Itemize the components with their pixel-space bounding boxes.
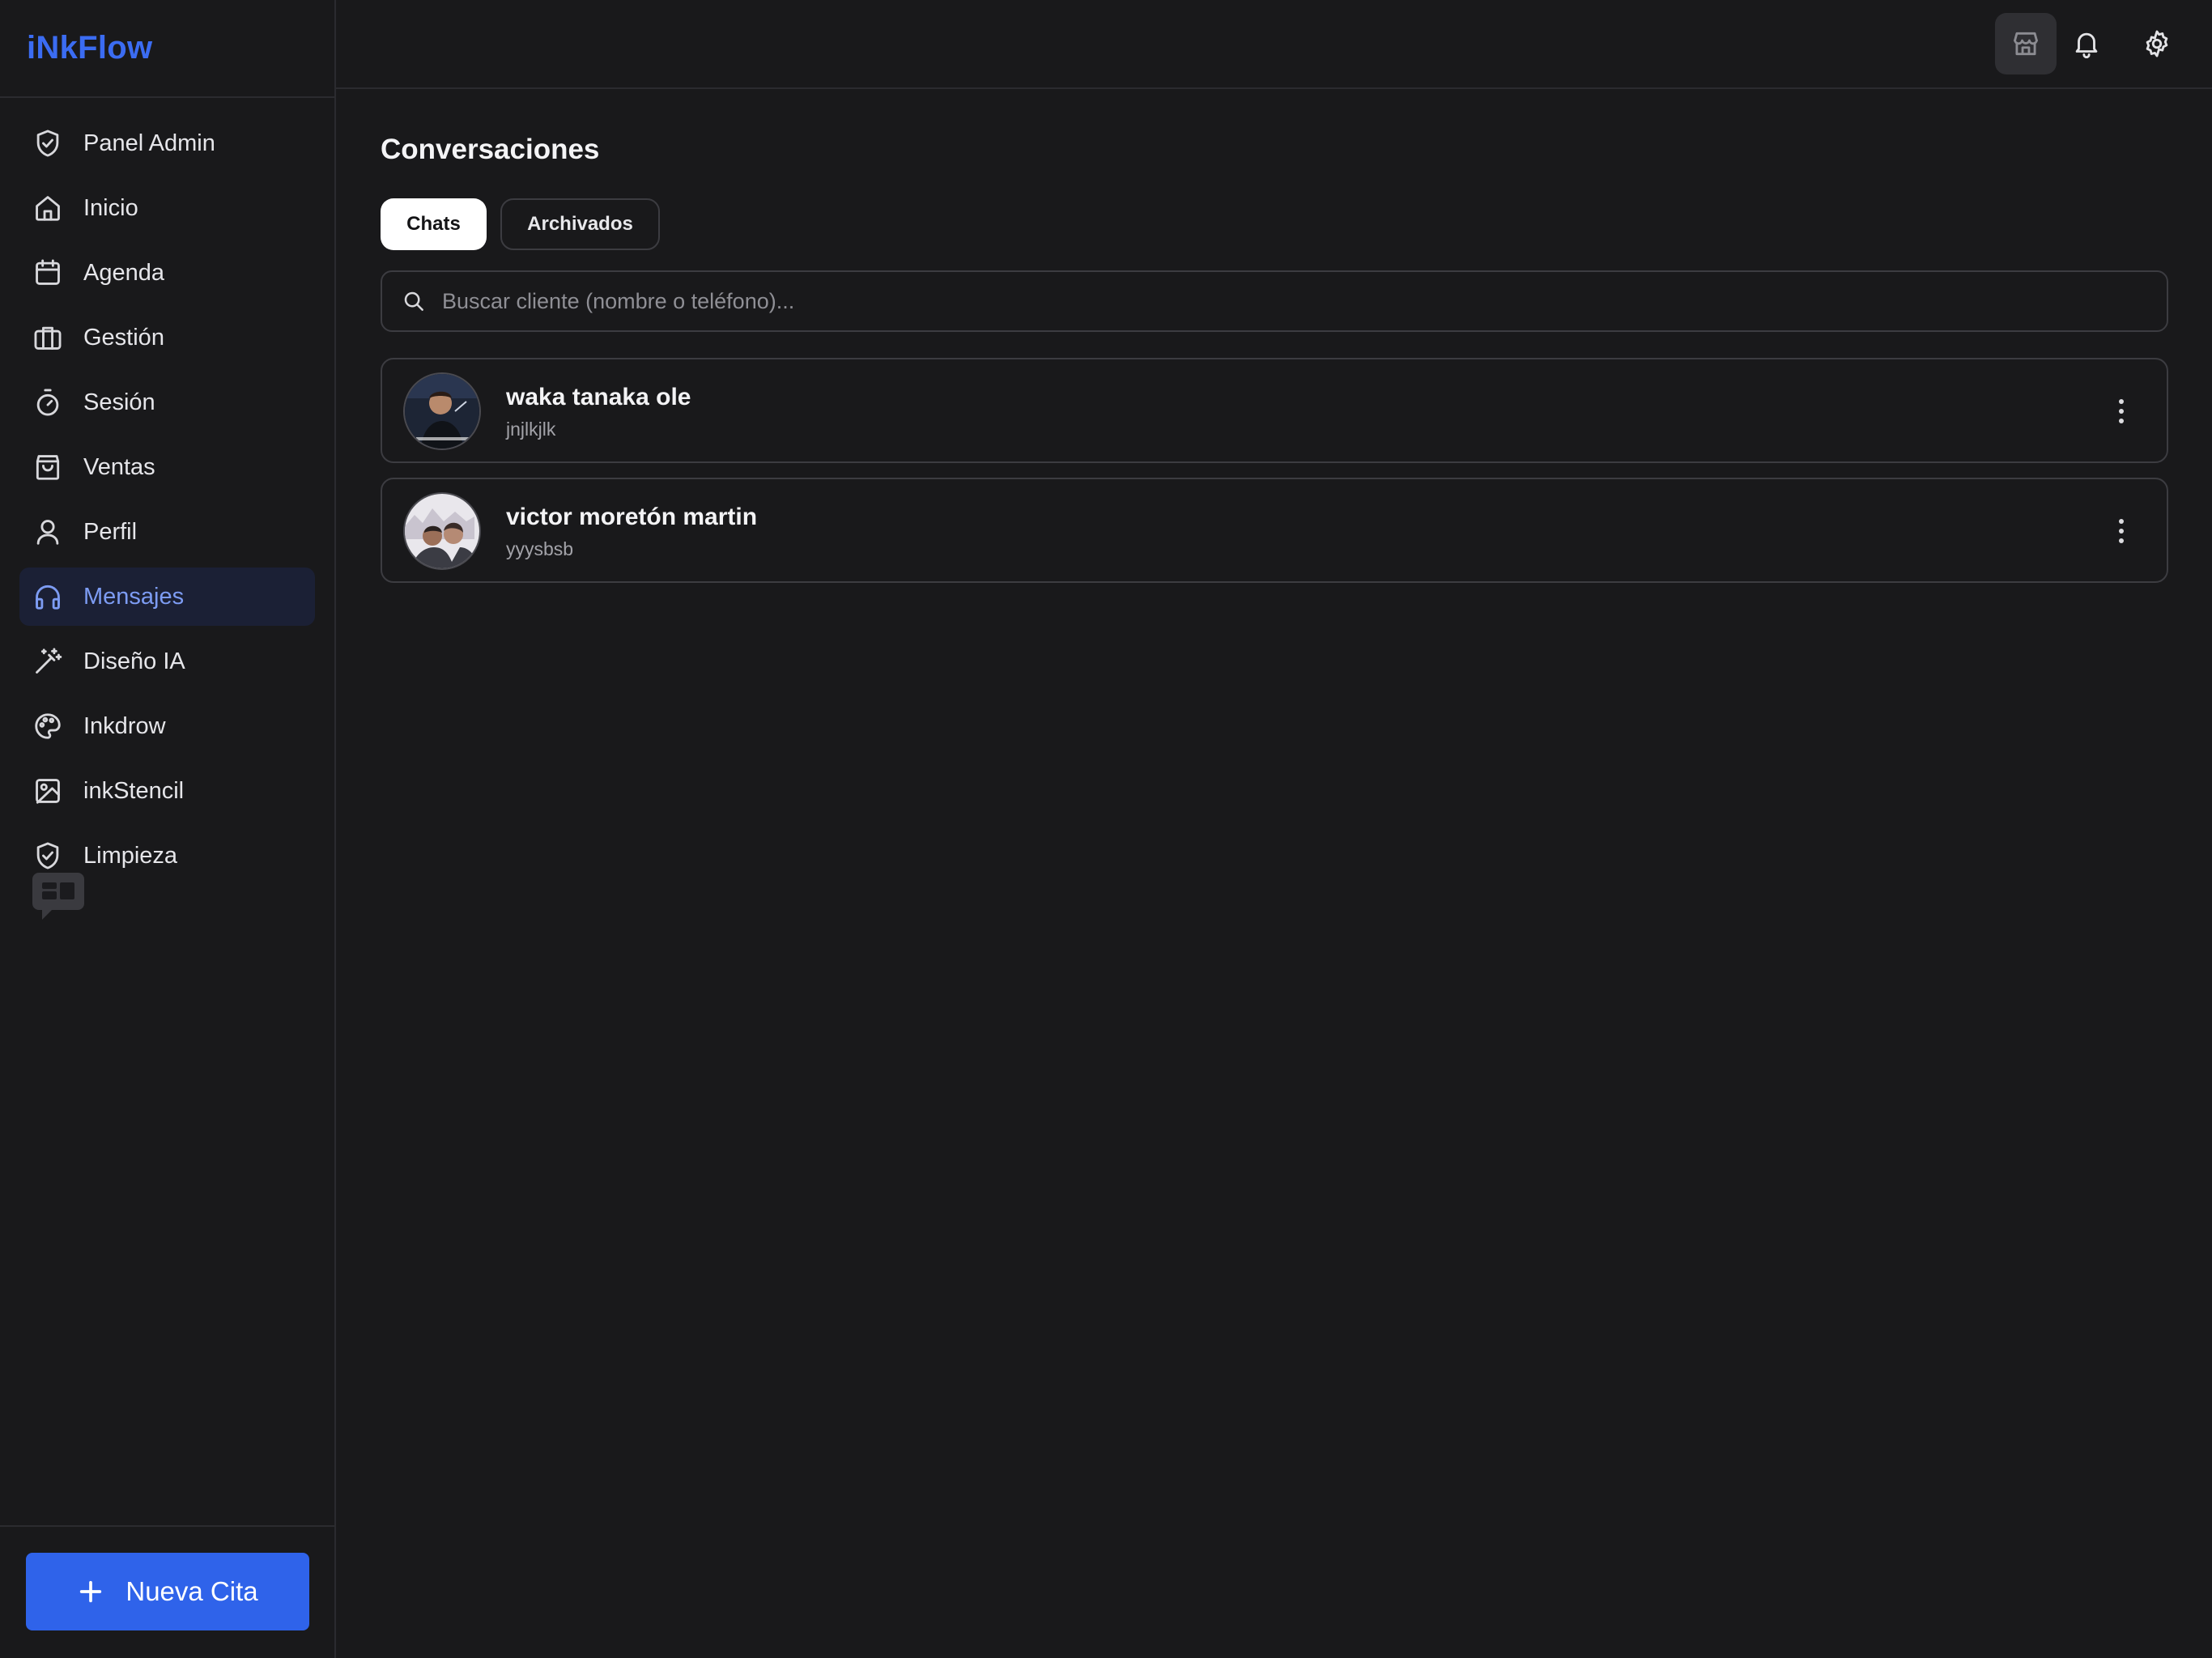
sidebar-item-perfil[interactable]: Perfil <box>19 503 315 561</box>
sidebar-item-label: Ventas <box>83 453 155 480</box>
search-input[interactable] <box>442 288 2167 314</box>
shopping-bag-icon <box>32 452 63 483</box>
sidebar-item-label: Inkdrow <box>83 712 166 739</box>
sidebar-item-gestion[interactable]: Gestión <box>19 308 315 367</box>
more-options-icon[interactable] <box>2112 515 2131 547</box>
topbar <box>336 0 2212 89</box>
sidebar-item-label: Sesión <box>83 389 155 415</box>
sidebar-item-agenda[interactable]: Agenda <box>19 244 315 302</box>
chat-list: waka tanaka ole jnjlkjlk victor moretón … <box>381 358 2168 583</box>
image-icon <box>32 776 63 806</box>
page-title: Conversaciones <box>381 134 600 165</box>
brand-logo-text: iNkFlow <box>27 30 153 66</box>
sidebar-item-inkdrow[interactable]: Inkdrow <box>19 697 315 755</box>
sidebar-item-label: Panel Admin <box>83 130 215 156</box>
avatar <box>403 492 481 570</box>
brand[interactable]: iNkFlow <box>0 0 334 98</box>
avatar <box>403 372 481 450</box>
chat-preview: jnjlkjlk <box>506 419 556 440</box>
sidebar-item-inkstencil[interactable]: inkStencil <box>19 762 315 820</box>
search-box <box>381 270 2168 332</box>
sidebar-item-inicio[interactable]: Inicio <box>19 179 315 237</box>
sidebar-item-label: inkStencil <box>83 777 185 804</box>
sidebar-item-panel-admin[interactable]: Panel Admin <box>19 114 315 172</box>
tab-chats[interactable]: Chats <box>381 198 487 250</box>
search-icon <box>404 291 423 311</box>
sidebar-item-label: Gestión <box>83 324 164 351</box>
store-icon <box>2014 32 2038 56</box>
briefcase-icon <box>32 322 63 353</box>
notifications-button[interactable] <box>2056 13 2117 74</box>
shield-check-icon <box>32 128 63 159</box>
new-appointment-label: Nueva Cita <box>125 1576 258 1606</box>
home-icon <box>32 193 63 223</box>
magic-wand-icon <box>32 646 63 677</box>
chat-list-item[interactable]: victor moretón martin yyysbsb <box>381 478 2168 583</box>
tab-archivados[interactable]: Archivados <box>500 198 660 250</box>
sidebar-item-label: Agenda <box>83 259 164 286</box>
sidebar-item-label: Diseño IA <box>83 648 185 674</box>
sidebar-item-diseno-ia[interactable]: Diseño IA <box>19 632 315 691</box>
palette-icon <box>32 711 63 742</box>
sidebar-item-label: Inicio <box>83 194 138 221</box>
sidebar-item-sesion[interactable]: Sesión <box>19 373 315 432</box>
shield-check-icon <box>32 840 63 871</box>
chat-list-item[interactable]: waka tanaka ole jnjlkjlk <box>381 358 2168 463</box>
plus-icon <box>80 1580 102 1603</box>
headphones-icon <box>32 581 63 612</box>
new-appointment-button[interactable]: Nueva Cita <box>26 1553 309 1630</box>
chat-name: waka tanaka ole <box>506 384 691 410</box>
sidebar: iNkFlow Panel Admin Inicio Agenda Gestió… <box>0 0 336 1658</box>
sidebar-item-mensajes[interactable]: Mensajes <box>19 568 315 626</box>
sidebar-item-ventas[interactable]: Ventas <box>19 438 315 496</box>
app-root: iNkFlow Panel Admin Inicio Agenda Gestió… <box>0 0 2212 1658</box>
chat-widget-icon[interactable] <box>32 873 84 920</box>
bell-icon <box>2075 32 2098 58</box>
settings-button[interactable] <box>2126 13 2188 74</box>
gear-icon <box>2146 30 2168 57</box>
calendar-icon <box>32 257 63 288</box>
user-icon <box>32 517 63 547</box>
more-options-icon[interactable] <box>2112 395 2131 427</box>
sidebar-footer: Nueva Cita <box>0 1525 334 1658</box>
sidebar-item-label: Perfil <box>83 518 138 545</box>
sidebar-item-label: Mensajes <box>83 583 185 610</box>
main-content: Conversaciones Chats Archivados Buscar c… <box>381 89 2168 597</box>
conversation-tabs: Chats Archivados <box>381 198 2168 250</box>
stopwatch-icon <box>32 387 63 418</box>
chat-name: victor moretón martin <box>506 504 758 530</box>
sidebar-nav: Panel Admin Inicio Agenda Gestión Sesión… <box>0 98 334 885</box>
store-button[interactable] <box>1995 13 2057 74</box>
chat-preview: yyysbsb <box>506 538 574 559</box>
sidebar-item-label: Limpieza <box>83 842 178 869</box>
